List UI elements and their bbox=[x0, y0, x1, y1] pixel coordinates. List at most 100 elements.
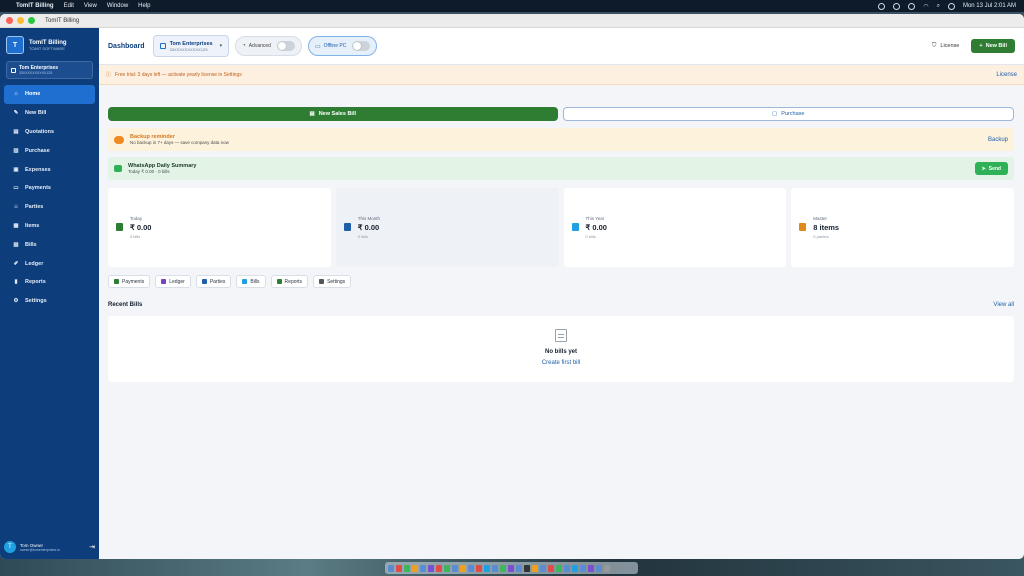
dock-app-icon[interactable] bbox=[436, 564, 442, 572]
company-selector[interactable]: Tom Enterprises 33XXXXXXXXXX1Z5 ▾ bbox=[152, 35, 230, 57]
sidebar-company-chip[interactable]: Tom Enterprises 33XXXXXXXXXX1Z5 bbox=[6, 61, 93, 79]
dock-app-icon[interactable] bbox=[556, 564, 562, 572]
new-bill-button[interactable]: + New Bill bbox=[971, 39, 1015, 53]
settings-icon: ⚙ bbox=[13, 298, 19, 305]
sidebar-item-payments[interactable]: ▭ Payments bbox=[4, 179, 95, 198]
bills-icon bbox=[242, 279, 248, 284]
dock-app-icon[interactable] bbox=[492, 564, 498, 572]
zoom-window-button[interactable] bbox=[28, 17, 35, 24]
dock-app-icon[interactable] bbox=[564, 564, 570, 572]
dock-app-icon[interactable] bbox=[444, 564, 450, 572]
dock-app-icon[interactable] bbox=[588, 564, 594, 572]
status-icon[interactable] bbox=[878, 2, 886, 10]
send-icon: ➤ bbox=[981, 165, 986, 172]
window-titlebar[interactable]: TomIT Billing bbox=[0, 14, 1024, 28]
dock-app-icon[interactable] bbox=[516, 564, 522, 572]
sidebar-item-items[interactable]: ▦ Items bbox=[4, 217, 95, 236]
menu-edit[interactable]: Edit bbox=[64, 3, 74, 9]
dock-app-icon[interactable] bbox=[524, 564, 530, 572]
recent-bills-panel: No bills yet Create first bill bbox=[108, 316, 1014, 382]
menu-view[interactable]: View bbox=[84, 3, 97, 9]
payments-icon: ▭ bbox=[13, 185, 19, 192]
dock-app-icon[interactable] bbox=[532, 564, 538, 572]
quick-link-bills[interactable]: Bills bbox=[236, 275, 266, 288]
view-all-link[interactable]: View all bbox=[993, 302, 1014, 308]
quick-link-payments[interactable]: Payments bbox=[108, 275, 151, 288]
new-bill-icon: ✎ bbox=[13, 110, 19, 117]
dock-app-icon[interactable] bbox=[428, 564, 434, 572]
dock-app-icon[interactable] bbox=[580, 564, 586, 572]
offline-pc-toggle[interactable] bbox=[352, 41, 371, 51]
dock-app-icon[interactable] bbox=[540, 564, 546, 572]
offline-pc-toggle-pill[interactable]: ▭ Offline PC bbox=[307, 36, 378, 56]
stat-card-this-year[interactable]: This Year ₹ 0.00 0 bills bbox=[563, 188, 787, 267]
new-sales-bill-button[interactable]: ▤ New Sales Bill bbox=[108, 107, 558, 121]
stat-card-master[interactable]: Master 8 items 0 parties bbox=[791, 188, 1014, 267]
menubar-clock[interactable]: Mon 13 Jul 2:01 AM bbox=[963, 3, 1016, 9]
minimize-window-button[interactable] bbox=[17, 17, 24, 24]
dock-app-icon[interactable] bbox=[468, 564, 474, 572]
sidebar-item-reports[interactable]: ▮ Reports bbox=[4, 273, 95, 292]
parties-icon: ☺ bbox=[13, 204, 19, 211]
close-window-button[interactable] bbox=[6, 17, 13, 24]
sidebar-item-new-bill[interactable]: ✎ New Bill bbox=[4, 104, 95, 123]
advanced-toggle-pill[interactable]: ◔ Advanced bbox=[235, 36, 302, 56]
sidebar-item-ledger[interactable]: ✐ Ledger bbox=[4, 254, 95, 273]
trial-license-link[interactable]: License bbox=[996, 72, 1017, 78]
primary-actions: ▤ New Sales Bill ▢ Purchase bbox=[108, 107, 1014, 121]
create-first-bill-link[interactable]: Create first bill bbox=[108, 360, 1014, 366]
control-center-icon[interactable] bbox=[947, 2, 955, 10]
dock-app-icon[interactable] bbox=[404, 564, 410, 572]
dock-app-icon[interactable] bbox=[604, 564, 610, 572]
quick-link-settings[interactable]: Settings bbox=[313, 275, 352, 288]
send-button[interactable]: ➤ Send bbox=[974, 162, 1008, 175]
calendar-icon bbox=[116, 223, 123, 231]
dock-app-icon[interactable] bbox=[420, 564, 426, 572]
dock-app-icon[interactable] bbox=[572, 564, 578, 572]
stat-card-this-month[interactable]: This Month ₹ 0.00 0 bills bbox=[335, 188, 559, 267]
dock-app-icon[interactable] bbox=[548, 564, 554, 572]
dock-app-icon[interactable] bbox=[396, 564, 402, 572]
dock-app-icon[interactable] bbox=[484, 564, 490, 572]
purchase-button[interactable]: ▢ Purchase bbox=[562, 107, 1014, 121]
sidebar-item-home[interactable]: ⌂ Home bbox=[4, 85, 95, 104]
dock-app-icon[interactable] bbox=[388, 564, 394, 572]
menu-window[interactable]: Window bbox=[107, 3, 128, 9]
license-label: License bbox=[940, 43, 960, 49]
chevron-down-icon: ▾ bbox=[219, 43, 223, 49]
backup-link[interactable]: Backup bbox=[988, 137, 1008, 143]
dock-app-icon[interactable] bbox=[596, 564, 602, 572]
sidebar-item-purchase[interactable]: ▥ Purchase bbox=[4, 141, 95, 160]
logout-icon[interactable]: ⇥ bbox=[89, 543, 95, 551]
whatsapp-summary: WhatsApp Daily Summary Today ₹ 0.00 · 0 … bbox=[108, 157, 1014, 180]
quick-link-ledger[interactable]: Ledger bbox=[155, 275, 191, 288]
menu-help[interactable]: Help bbox=[138, 3, 150, 9]
status-icon[interactable] bbox=[908, 2, 916, 10]
quick-link-reports[interactable]: Reports bbox=[270, 275, 309, 288]
stat-card-today[interactable]: Today ₹ 0.00 0 bills bbox=[108, 188, 331, 267]
dock-app-icon[interactable] bbox=[460, 564, 466, 572]
wifi-icon[interactable]: ◠ bbox=[923, 3, 928, 10]
user-email: owner@tomenterprises.in bbox=[20, 547, 60, 552]
dock-app-icon[interactable] bbox=[508, 564, 514, 572]
stat-value: 8 items bbox=[813, 223, 840, 232]
sidebar-item-bills[interactable]: ▧ Bills bbox=[4, 235, 95, 254]
sidebar-item-quotations[interactable]: ▤ Quotations bbox=[4, 123, 95, 142]
plus-icon: + bbox=[979, 43, 983, 49]
sidebar-item-expenses[interactable]: ▣ Expenses bbox=[4, 160, 95, 179]
menu-app-name[interactable]: TomIT Billing bbox=[16, 3, 54, 9]
sidebar-item-parties[interactable]: ☺ Parties bbox=[4, 198, 95, 217]
macos-dock bbox=[385, 562, 638, 574]
dock-app-icon[interactable] bbox=[500, 564, 506, 572]
quick-link-parties[interactable]: Parties bbox=[195, 275, 232, 288]
dock-app-icon[interactable] bbox=[476, 564, 482, 572]
advanced-toggle[interactable] bbox=[276, 41, 295, 51]
search-icon[interactable]: ⌕ bbox=[937, 3, 940, 10]
dock-app-icon[interactable] bbox=[412, 564, 418, 572]
sidebar-item-settings[interactable]: ⚙ Settings bbox=[4, 292, 95, 311]
sidebar-item-label: Ledger bbox=[25, 260, 44, 267]
user-profile[interactable]: T Tom Owner owner@tomenterprises.in ⇥ bbox=[4, 541, 95, 553]
dock-app-icon[interactable] bbox=[452, 564, 458, 572]
status-icon[interactable] bbox=[893, 2, 901, 10]
license-link[interactable]: ⛉ License bbox=[932, 43, 959, 50]
